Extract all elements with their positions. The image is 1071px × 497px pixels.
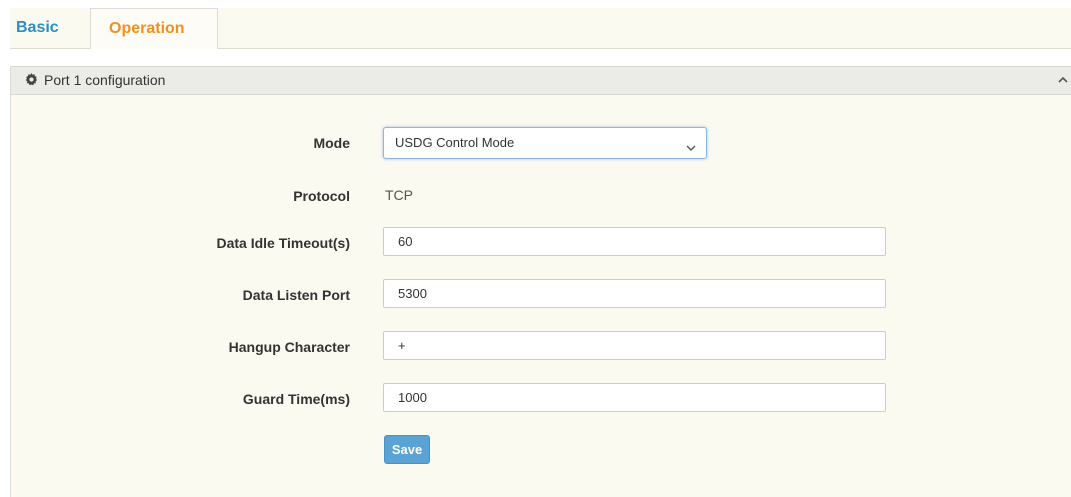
hangup-character-input[interactable]: + — [383, 331, 886, 360]
data-listen-port-input[interactable]: 5300 — [383, 279, 886, 308]
tab-basic[interactable]: Basic — [10, 8, 90, 48]
chevron-down-icon — [686, 139, 696, 151]
protocol-label: Protocol — [293, 188, 350, 204]
data-idle-timeout-input[interactable]: 60 — [383, 227, 886, 256]
guard-time-input[interactable]: 1000 — [383, 383, 886, 412]
gear-icon — [25, 73, 38, 89]
mode-select-value: USDG Control Mode — [395, 135, 515, 150]
tab-bar: Basic Operation — [10, 8, 1071, 49]
save-button[interactable]: Save — [384, 435, 430, 464]
mode-select[interactable]: USDG Control Mode — [383, 127, 707, 159]
hangup-character-label: Hangup Character — [228, 339, 350, 355]
data-idle-timeout-label: Data Idle Timeout(s) — [216, 235, 350, 251]
panel-header[interactable]: Port 1 configuration — [11, 66, 1071, 95]
tab-operation[interactable]: Operation — [90, 8, 218, 49]
panel-title: Port 1 configuration — [44, 72, 166, 88]
protocol-value: TCP — [385, 187, 413, 203]
page: Basic Operation Port 1 configuration Mod… — [0, 0, 1071, 497]
data-listen-port-label: Data Listen Port — [242, 287, 350, 303]
mode-label: Mode — [313, 135, 350, 151]
chevron-up-icon[interactable] — [1056, 73, 1070, 87]
guard-time-label: Guard Time(ms) — [242, 391, 350, 407]
